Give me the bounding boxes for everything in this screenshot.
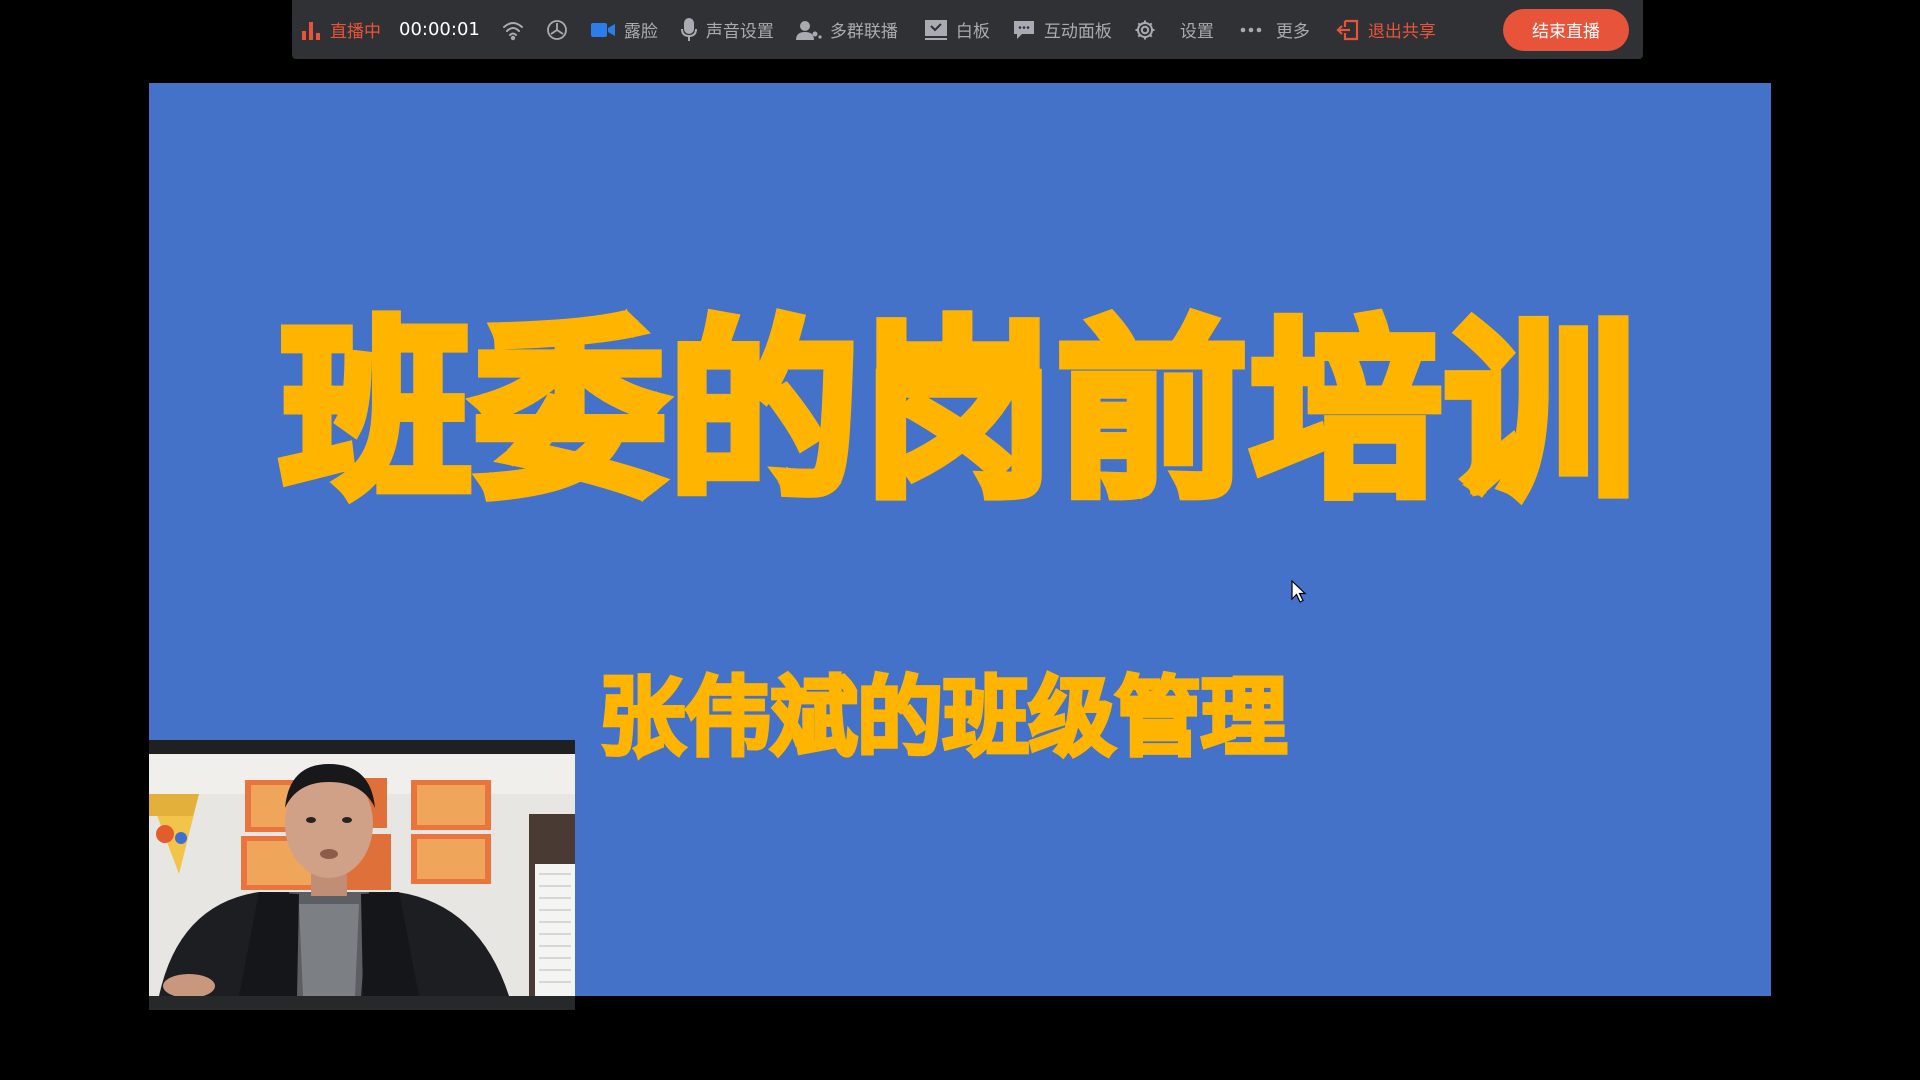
network-status (502, 0, 524, 59)
whiteboard-label: 白板 (955, 22, 990, 42)
camera-preview-footer (149, 996, 575, 1010)
whiteboard-icon (924, 19, 948, 41)
presenter-video (149, 754, 575, 996)
more-label: 更多 (1275, 22, 1310, 42)
beauty-button[interactable]: 露脸 (590, 0, 658, 59)
exit-share-label: 退出共享 (1367, 22, 1436, 42)
whiteboard-button[interactable]: 白板 (924, 0, 990, 59)
performance-status (546, 0, 568, 59)
beauty-label: 露脸 (623, 22, 658, 42)
multi-group-label: 多群联播 (829, 22, 898, 42)
live-timer: 00:00:01 (399, 19, 480, 40)
exit-icon (1336, 18, 1360, 42)
camera-preview[interactable] (149, 740, 575, 1010)
settings-label: 设置 (1179, 22, 1214, 42)
settings-button[interactable]: 设置 (1134, 0, 1214, 59)
ellipsis-icon (1240, 26, 1262, 34)
interactive-panel-button[interactable]: 互动面板 (1012, 0, 1112, 59)
sound-settings-button[interactable]: 声音设置 (680, 0, 774, 59)
chat-icon (1012, 19, 1036, 41)
screen: 直播中 00:00:01 露脸 声音设置 多群联播 白板 互动面板 设置 更多 … (0, 0, 1920, 1080)
exit-share-button[interactable]: 退出共享 (1336, 0, 1436, 59)
more-button[interactable]: 更多 (1240, 0, 1310, 59)
mouse-cursor-icon (1291, 580, 1307, 603)
video-camera-icon (590, 20, 616, 40)
slide-title: 班委的岗前培训 (276, 302, 1640, 523)
multi-group-button[interactable]: 多群联播 (795, 0, 898, 59)
interactive-panel-label: 互动面板 (1043, 22, 1112, 42)
sound-settings-label: 声音设置 (705, 22, 774, 42)
users-icon (795, 19, 822, 41)
live-status: 直播中 (300, 0, 381, 59)
live-toolbar: 直播中 00:00:01 露脸 声音设置 多群联播 白板 互动面板 设置 更多 … (292, 0, 1643, 59)
wifi-icon (502, 19, 524, 41)
slide-subtitle: 张伟斌的班级管理 (597, 668, 1289, 768)
live-status-label: 直播中 (330, 22, 381, 42)
bar-chart-icon (300, 19, 322, 41)
microphone-icon (680, 17, 698, 42)
gear-icon (1134, 19, 1156, 41)
gauge-icon (546, 19, 568, 41)
end-live-button[interactable]: 结束直播 (1503, 8, 1629, 51)
